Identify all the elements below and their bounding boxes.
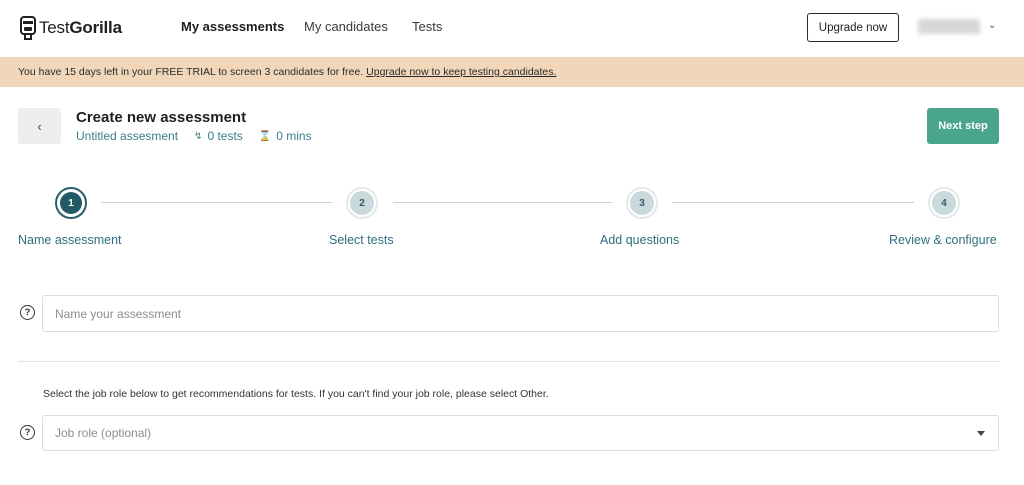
- top-navigation: TestGorilla My assessments My candidates…: [0, 0, 1024, 57]
- step-3-number: 3: [630, 191, 654, 215]
- tests-count: 0 tests: [207, 129, 243, 143]
- question-circle-icon[interactable]: ?: [20, 425, 35, 440]
- duration-group: ⌛ 0 mins: [259, 129, 312, 143]
- step-3-indicator[interactable]: 3: [626, 187, 658, 219]
- stepper-connector: [101, 202, 332, 203]
- step-2-indicator[interactable]: 2: [346, 187, 378, 219]
- chevron-down-icon[interactable]: ⌄: [988, 20, 996, 31]
- trial-banner: You have 15 days left in your FREE TRIAL…: [0, 57, 1024, 87]
- stepper-connector: [672, 202, 914, 203]
- job-role-hint: Select the job role below to get recomme…: [43, 388, 549, 400]
- job-role-placeholder: Job role (optional): [55, 426, 152, 440]
- page-title: Create new assessment: [76, 109, 247, 126]
- assessment-name[interactable]: Untitled assesment: [76, 129, 178, 143]
- step-1-number: 1: [60, 192, 82, 214]
- caret-down-icon: [977, 431, 985, 436]
- gorilla-logo-icon: [20, 16, 36, 40]
- step-4-number: 4: [932, 191, 956, 215]
- nav-my-candidates[interactable]: My candidates: [304, 19, 388, 34]
- step-2-number: 2: [350, 191, 374, 215]
- testgorilla-logo[interactable]: TestGorilla: [19, 13, 122, 43]
- section-divider: [18, 361, 999, 362]
- step-4-indicator[interactable]: 4: [928, 187, 960, 219]
- logo-text: TestGorilla: [39, 18, 122, 37]
- step-1-indicator[interactable]: 1: [55, 187, 87, 219]
- chevron-left-icon: ‹: [37, 118, 42, 134]
- assessment-meta: Untitled assesment ↯ 0 tests ⌛ 0 mins: [76, 129, 312, 143]
- user-menu-name-blurred[interactable]: [918, 19, 980, 34]
- upgrade-link[interactable]: Upgrade now to keep testing candidates.: [366, 66, 556, 78]
- step-4-label[interactable]: Review & configure: [889, 233, 997, 247]
- step-1-label[interactable]: Name assessment: [18, 233, 122, 247]
- job-role-select[interactable]: Job role (optional): [42, 415, 999, 451]
- stepper-connector: [393, 202, 612, 203]
- trial-banner-text: You have 15 days left in your FREE TRIAL…: [18, 66, 364, 78]
- nav-my-assessments[interactable]: My assessments: [181, 19, 284, 34]
- assessment-name-input[interactable]: [42, 295, 999, 332]
- question-circle-icon[interactable]: ?: [20, 305, 35, 320]
- step-2-label[interactable]: Select tests: [329, 233, 394, 247]
- back-button[interactable]: ‹: [18, 108, 61, 144]
- nav-tests[interactable]: Tests: [412, 19, 442, 34]
- duration: 0 mins: [276, 129, 312, 143]
- next-step-button[interactable]: Next step: [927, 108, 999, 144]
- tests-count-group: ↯ 0 tests: [194, 129, 243, 143]
- step-3-label[interactable]: Add questions: [600, 233, 679, 247]
- upgrade-now-button[interactable]: Upgrade now: [807, 13, 899, 42]
- hourglass-icon: ⌛: [258, 130, 272, 142]
- lightning-icon: ↯: [194, 130, 203, 142]
